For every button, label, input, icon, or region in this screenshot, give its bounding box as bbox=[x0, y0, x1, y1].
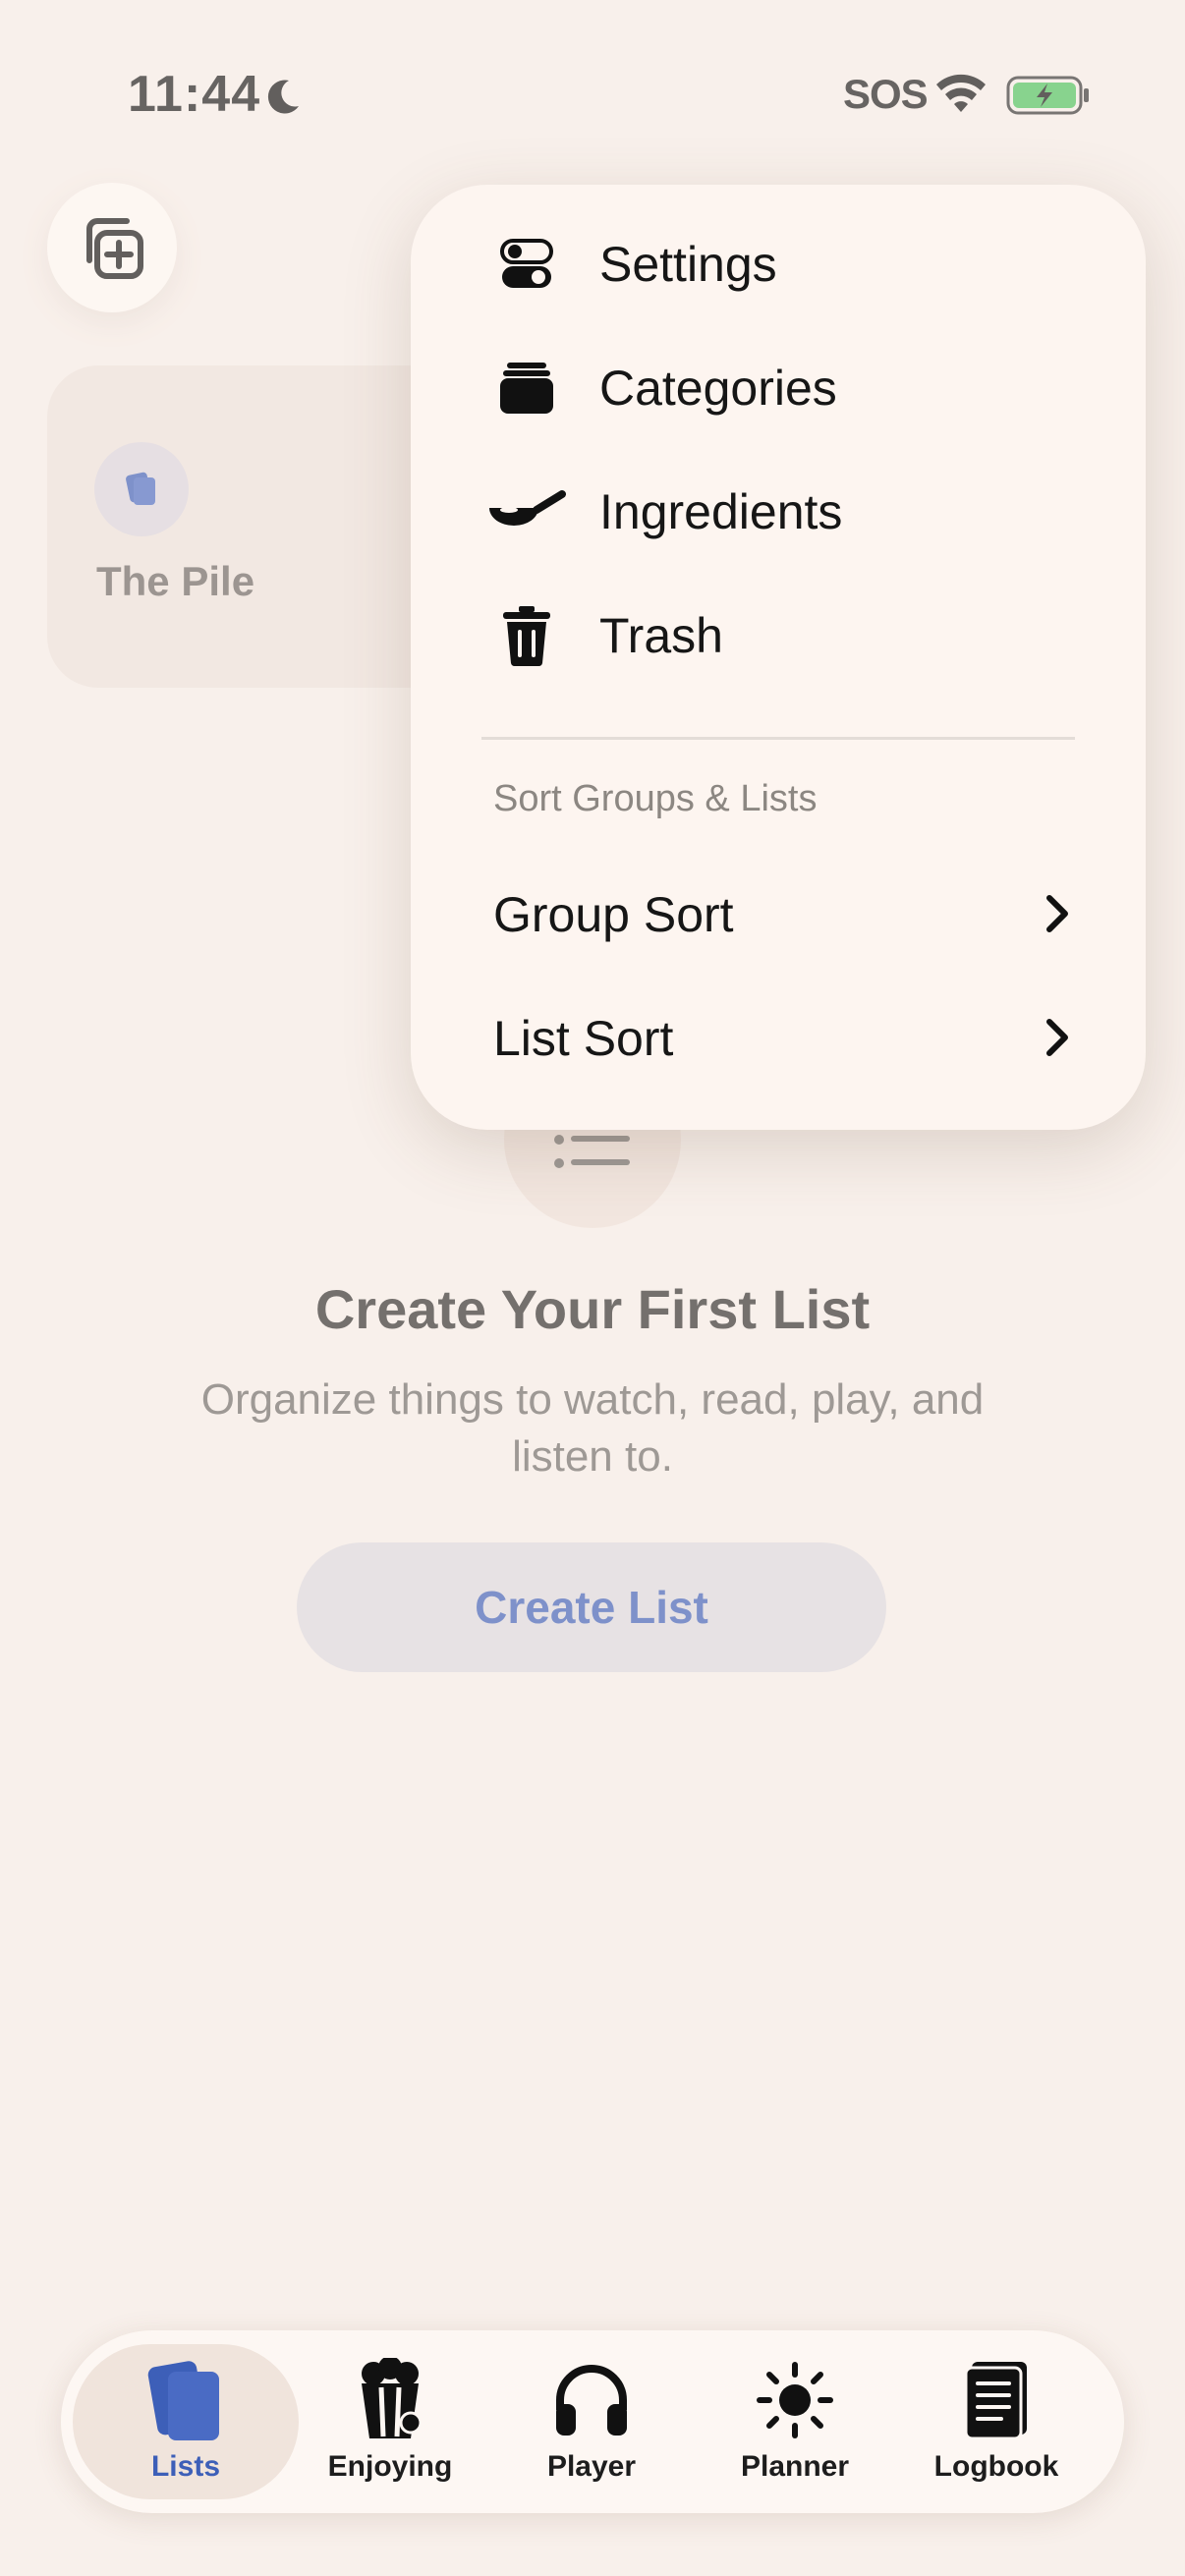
menu-item-trash[interactable]: Trash bbox=[411, 582, 1146, 690]
headphones-icon bbox=[547, 2356, 636, 2444]
menu-item-label: Settings bbox=[599, 237, 777, 292]
menu-section-title: Sort Groups & Lists bbox=[493, 778, 818, 819]
menu-item-list-sort[interactable]: List Sort bbox=[411, 982, 1146, 1091]
chevron-right-icon bbox=[1046, 895, 1068, 932]
trash-icon bbox=[487, 596, 566, 675]
tab-logbook[interactable]: Logbook bbox=[898, 2344, 1095, 2499]
menu-item-settings[interactable]: Settings bbox=[411, 210, 1146, 318]
menu-item-label: Categories bbox=[599, 361, 837, 416]
popcorn-icon bbox=[346, 2356, 434, 2444]
tab-label: Player bbox=[546, 2450, 637, 2483]
menu-item-label: List Sort bbox=[493, 1011, 674, 1066]
menu-item-label: Ingredients bbox=[599, 484, 843, 539]
chevron-right-icon bbox=[1046, 1019, 1068, 1056]
tab-enjoying[interactable]: Enjoying bbox=[292, 2344, 488, 2499]
tab-bar: Lists Enjoying Player Planner Logbook bbox=[61, 2330, 1124, 2513]
toggles-icon bbox=[487, 225, 566, 304]
tab-label: Logbook bbox=[933, 2450, 1059, 2483]
frying-pan-icon bbox=[487, 473, 566, 551]
options-menu: Settings Categories Ingredients Trash So… bbox=[411, 185, 1146, 1130]
tab-label: Planner bbox=[740, 2450, 850, 2483]
tab-lists[interactable]: Lists bbox=[73, 2344, 299, 2499]
sun-icon bbox=[751, 2356, 839, 2444]
cards-icon bbox=[141, 2356, 230, 2444]
menu-divider bbox=[481, 737, 1075, 740]
notebook-icon bbox=[952, 2356, 1041, 2444]
screen: 11:44 SOS The Pile Create Your First Lis… bbox=[0, 0, 1185, 2576]
menu-item-group-sort[interactable]: Group Sort bbox=[411, 859, 1146, 967]
menu-item-ingredients[interactable]: Ingredients bbox=[411, 458, 1146, 566]
menu-item-label: Group Sort bbox=[493, 887, 734, 942]
stack-icon bbox=[487, 349, 566, 427]
tab-planner[interactable]: Planner bbox=[697, 2344, 893, 2499]
tab-label: Enjoying bbox=[327, 2450, 453, 2483]
tab-label: Lists bbox=[150, 2450, 221, 2483]
menu-item-label: Trash bbox=[599, 608, 723, 663]
tab-player[interactable]: Player bbox=[493, 2344, 690, 2499]
menu-item-categories[interactable]: Categories bbox=[411, 334, 1146, 442]
